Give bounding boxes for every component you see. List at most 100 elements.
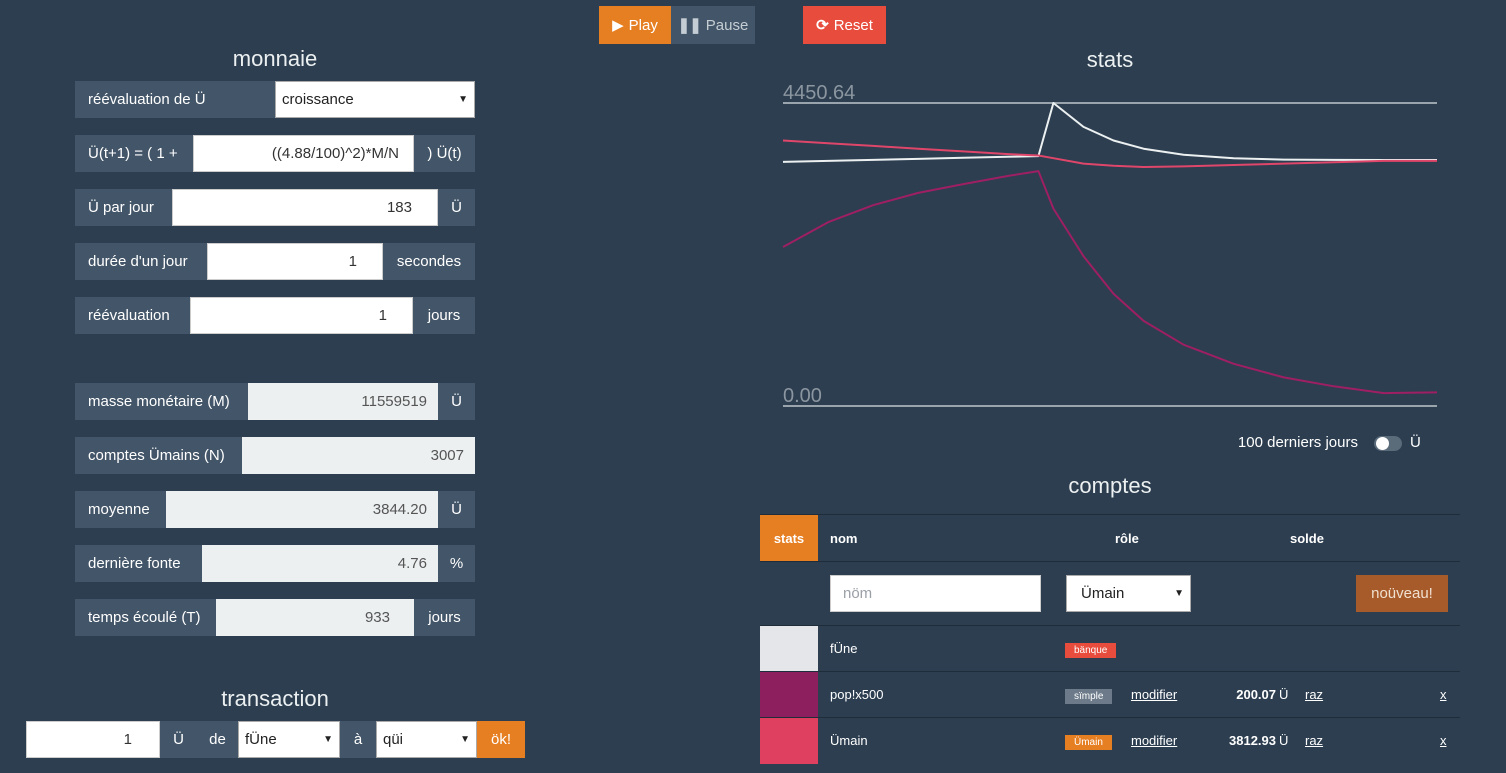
comptes-n-row: comptes Ümains (N) 3007 [75, 437, 475, 474]
transaction-unit: Ü [160, 721, 197, 758]
stats-column-header[interactable]: stats [760, 515, 818, 561]
stats-range-toggle[interactable] [1374, 436, 1402, 451]
stats-toggle-unit: Ü [1410, 434, 1421, 451]
chart-series-line-3 [782, 170, 1438, 395]
account-name: pop!x500 [830, 687, 884, 702]
masse-unit: Ü [438, 383, 475, 420]
formula-suffix: ) Ü(t) [414, 135, 475, 172]
modify-link[interactable]: modifier [1131, 687, 1177, 702]
account-stats-swatch[interactable] [760, 672, 818, 718]
delete-account-link[interactable]: x [1440, 733, 1447, 748]
reevaluation-mode-value: croissance [282, 91, 354, 108]
formula-row: Ü(t+1) = ( 1 + ((4.88/100)^2)*M/N ) Ü(t) [75, 135, 475, 172]
new-account-row: nöm Ümain ▼ noüveau! [760, 561, 1460, 625]
fonte-label: dernière fonte [75, 545, 202, 582]
refresh-icon: ⟳ [816, 17, 829, 34]
moyenne-label: moyenne [75, 491, 166, 528]
formula-prefix: Ü(t+1) = ( 1 + [75, 135, 193, 172]
toggle-knob [1376, 437, 1389, 450]
comptes-title: comptes [1068, 473, 1152, 498]
fonte-row: dernière fonte 4.76 % [75, 545, 475, 582]
u-par-jour-input[interactable]: 183 [172, 189, 438, 226]
masse-label: masse monétaire (M) [75, 383, 248, 420]
pause-button[interactable]: ❚❚ Pause [671, 6, 755, 44]
table-row: Ümain Ümain modifier 3812.93 Üraz x [760, 717, 1460, 764]
play-label: Play [628, 16, 658, 34]
reset-button[interactable]: ⟳ Reset [803, 6, 886, 44]
masse-value: 11559519 [248, 383, 438, 420]
masse-row: masse monétaire (M) 11559519 Ü [75, 383, 475, 420]
monnaie-title: monnaie [232, 46, 318, 71]
account-balance: 200.07 [1236, 687, 1276, 702]
account-role-badge: Ümain [1065, 735, 1112, 750]
account-name: Ümain [830, 733, 868, 748]
solde-column-header: solde [1290, 531, 1324, 546]
transaction-from-value: fÜne [245, 731, 277, 748]
duree-jour-row: durée d'un jour 1 secondes [75, 243, 475, 280]
account-balance-unit: Ü [1279, 733, 1289, 748]
fonte-value: 4.76 [202, 545, 438, 582]
new-account-name-input[interactable]: nöm [830, 575, 1041, 612]
u-par-jour-unit: Ü [438, 189, 475, 226]
comptes-n-label: comptes Ümains (N) [75, 437, 242, 474]
duree-jour-unit: secondes [383, 243, 475, 280]
duree-jour-label: durée d'un jour [75, 243, 207, 280]
delete-account-link[interactable]: x [1440, 687, 1447, 702]
stats-title: stats [1086, 47, 1134, 72]
account-name: fÜne [830, 641, 858, 656]
chart-series-line-2 [782, 139, 1437, 168]
chart-series-line-1 [782, 102, 1437, 163]
account-balance: 3812.93 [1229, 733, 1276, 748]
play-icon: ▶ [612, 17, 624, 34]
transaction-to-select[interactable]: qüi ▼ [376, 721, 477, 758]
u-par-jour-label: Ü par jour [75, 189, 172, 226]
formula-input[interactable]: ((4.88/100)^2)*M/N [193, 135, 414, 172]
transaction-form: 1 Ü de fÜne ▼ à qüi ▼ ök! [26, 721, 526, 758]
play-button[interactable]: ▶ Play [599, 6, 671, 44]
chevron-down-icon: ▼ [458, 94, 468, 105]
account-role-badge: sïmple [1065, 689, 1113, 704]
temps-label: temps écoulé (T) [75, 599, 216, 636]
reset-label: Reset [833, 16, 873, 34]
modify-link[interactable]: modifier [1131, 733, 1177, 748]
temps-row: temps écoulé (T) 933 jours [75, 599, 475, 636]
new-account-button[interactable]: noüveau! [1356, 575, 1448, 612]
duree-jour-input[interactable]: 1 [207, 243, 383, 280]
moyenne-unit: Ü [438, 491, 475, 528]
chevron-down-icon: ▼ [323, 734, 333, 745]
temps-value: 933 [216, 599, 414, 636]
chevron-down-icon: ▼ [1174, 588, 1184, 599]
transaction-ok-button[interactable]: ök! [477, 721, 525, 758]
chevron-down-icon: ▼ [460, 734, 470, 745]
chart-zero-label: 0.00 [783, 385, 822, 407]
table-row: pop!x500 sïmple modifier 200.07 Üraz x [760, 671, 1460, 718]
transaction-a-label: à [340, 721, 376, 758]
pause-label: Pause [705, 16, 749, 34]
account-stats-swatch[interactable] [760, 626, 818, 672]
account-stats-swatch[interactable] [760, 718, 818, 764]
temps-unit: jours [414, 599, 475, 636]
transaction-to-value: qüi [383, 731, 404, 748]
account-balance-unit: Ü [1279, 687, 1289, 702]
reevaluation-mode-row: réévaluation de Ü croissance ▼ [75, 81, 475, 118]
role-column-header: rôle [1115, 531, 1139, 546]
new-account-role-select[interactable]: Ümain ▼ [1066, 575, 1191, 612]
stats-chart: 4450.64 0.00 [782, 82, 1438, 407]
reevaluation-row: réévaluation 1 jours [75, 297, 475, 334]
pause-icon: ❚❚ [677, 17, 702, 34]
reset-balance-link[interactable]: raz [1305, 733, 1323, 748]
reevaluation-label: réévaluation [75, 297, 190, 334]
transaction-title: transaction [221, 686, 329, 711]
transaction-from-select[interactable]: fÜne ▼ [238, 721, 340, 758]
stats-range-label: 100 derniers jours [1237, 434, 1358, 451]
reevaluation-mode-select[interactable]: croissance ▼ [275, 81, 475, 118]
reset-balance-link[interactable]: raz [1305, 687, 1323, 702]
reevaluation-mode-label: réévaluation de Ü [75, 81, 275, 118]
reevaluation-input[interactable]: 1 [190, 297, 413, 334]
nom-column-header: nom [830, 531, 858, 546]
comptes-header-row: stats nom rôle solde [760, 514, 1460, 561]
u-par-jour-row: Ü par jour 183 Ü [75, 189, 475, 226]
table-row: fÜne bänque [760, 625, 1460, 672]
transaction-amount-input[interactable]: 1 [26, 721, 160, 758]
chart-max-label: 4450.64 [783, 82, 855, 104]
